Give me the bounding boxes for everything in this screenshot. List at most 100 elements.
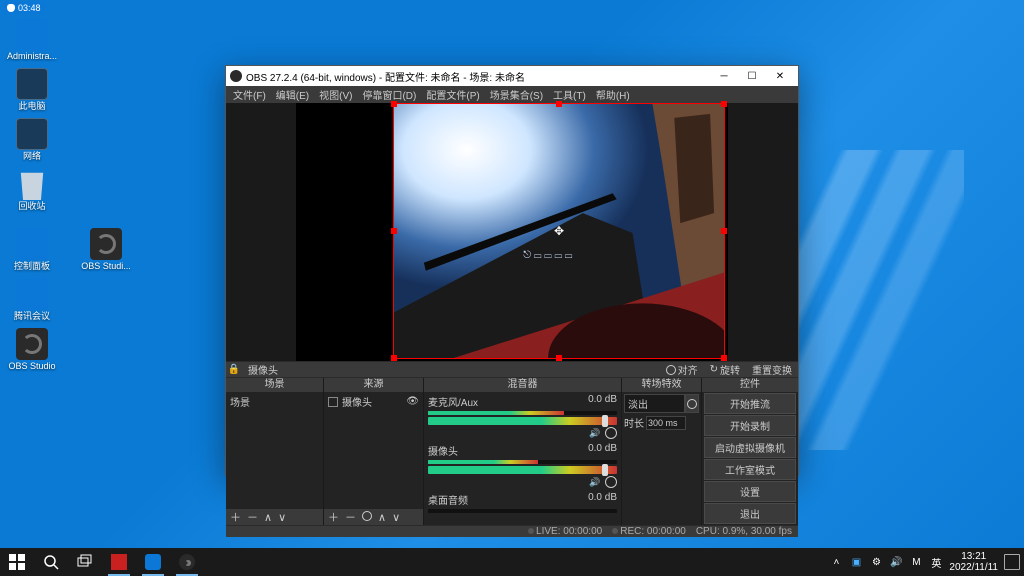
obs-icon — [230, 70, 242, 82]
control-button[interactable]: 开始录制 — [704, 415, 796, 436]
taskbar-app-amd[interactable] — [102, 548, 136, 576]
rotate-button[interactable]: ↻ 旋转 — [704, 362, 746, 377]
move-icon[interactable]: ✥ — [554, 224, 564, 238]
window-title: OBS 27.2.4 (64-bit, windows) - 配置文件: 未命名… — [246, 69, 525, 84]
menu-item[interactable]: 编辑(E) — [273, 86, 312, 103]
source-up-button[interactable]: ∧ — [378, 511, 386, 524]
source-type-icon — [328, 397, 338, 407]
transition-select[interactable]: 淡出 — [624, 394, 685, 413]
source-item[interactable]: 摄像头👁 — [324, 392, 423, 411]
status-rec: REC: 00:00:00 — [620, 526, 686, 537]
source-remove-button[interactable]: － — [345, 509, 356, 525]
desktop-icon[interactable]: 此电脑 — [4, 68, 60, 112]
channel-settings-icon[interactable] — [605, 476, 617, 488]
control-button[interactable]: 启动虚拟摄像机 — [704, 437, 796, 458]
taskbar-app-meeting[interactable] — [136, 548, 170, 576]
scenes-dock: 场景 场景 ＋ － ∧ ∨ — [226, 378, 324, 525]
icon-label: 网络 — [4, 152, 60, 162]
menu-bar: 文件(F)编辑(E)视图(V)停靠窗口(D)配置文件(P)场景集合(S)工具(T… — [226, 86, 798, 103]
menu-item[interactable]: 停靠窗口(D) — [359, 86, 419, 103]
ic-ctrl-icon — [16, 228, 48, 260]
taskbar-clock[interactable]: 13:21 2022/11/11 — [949, 551, 998, 573]
transition-settings-button[interactable] — [685, 394, 699, 413]
ic-obs-icon — [90, 228, 122, 260]
tray-chevron-icon[interactable]: ˄ — [829, 555, 843, 569]
taskbar: ˄ ▣ ⚙ 🔊 M 英 13:21 2022/11/11 — [0, 548, 1024, 576]
scene-down-button[interactable]: ∨ — [278, 511, 286, 524]
ic-pc-icon — [16, 68, 48, 100]
notification-button[interactable] — [1004, 554, 1020, 570]
menu-item[interactable]: 配置文件(P) — [423, 86, 482, 103]
desktop-icon[interactable]: OBS Studi... — [78, 228, 134, 272]
control-button[interactable]: 工作室模式 — [704, 459, 796, 480]
icon-label: 腾讯会议 — [4, 312, 60, 322]
transitions-dock: 转场特效 淡出 时长 — [622, 378, 702, 525]
ic-obs-icon — [16, 328, 48, 360]
source-down-button[interactable]: ∨ — [392, 511, 400, 524]
control-button[interactable]: 退出 — [704, 503, 796, 524]
icon-label: OBS Studio — [4, 362, 60, 372]
status-live: LIVE: 00:00:00 — [536, 526, 602, 537]
svg-text:⎋ ▭ ▭ ▭ ▭: ⎋ ▭ ▭ ▭ ▭ — [523, 250, 573, 261]
mute-icon[interactable]: 🔊 — [589, 427, 601, 439]
channel-settings-icon[interactable] — [605, 427, 617, 439]
menu-item[interactable]: 视图(V) — [316, 86, 355, 103]
menu-item[interactable]: 文件(F) — [230, 86, 269, 103]
duration-label: 时长 — [624, 415, 644, 430]
obs-window: OBS 27.2.4 (64-bit, windows) - 配置文件: 未命名… — [225, 65, 799, 476]
menu-item[interactable]: 场景集合(S) — [487, 86, 546, 103]
scene-up-button[interactable]: ∧ — [264, 511, 272, 524]
scene-remove-button[interactable]: － — [247, 509, 258, 525]
mixer-title: 混音器 — [424, 378, 621, 392]
ime-mode-2[interactable]: 英 — [929, 555, 943, 569]
control-button[interactable]: 开始推流 — [704, 393, 796, 414]
ime-mode-1[interactable]: M — [909, 555, 923, 569]
volume-slider[interactable] — [428, 466, 617, 474]
scene-item[interactable]: 场景 — [226, 392, 323, 411]
desktop-icon[interactable]: 腾讯会议 — [4, 278, 60, 322]
desktop-icon[interactable]: 网络 — [4, 118, 60, 162]
search-button[interactable] — [34, 548, 68, 576]
desktop-icon[interactable]: OBS Studio — [4, 328, 60, 372]
ic-net-icon — [16, 118, 48, 150]
close-button[interactable]: ✕ — [766, 66, 794, 86]
desktop-icon[interactable]: 控制面板 — [4, 228, 60, 272]
maximize-button[interactable]: ☐ — [738, 66, 766, 86]
mixer-channel: 麦克风/Aux0.0 dB 🔊 — [424, 392, 621, 441]
source-props-button[interactable] — [362, 511, 372, 524]
lock-icon[interactable]: 🔒 — [226, 364, 242, 375]
scene-add-button[interactable]: ＋ — [230, 509, 241, 525]
minimize-button[interactable]: ─ — [710, 66, 738, 86]
desktop-icon[interactable]: 回收站 — [4, 168, 60, 212]
visibility-icon[interactable]: 👁 — [406, 396, 419, 407]
desktop-icon[interactable]: Administra... — [4, 18, 60, 62]
start-button[interactable] — [0, 548, 34, 576]
align-button[interactable]: 对齐 — [660, 362, 704, 377]
preview-canvas[interactable]: ⎋ ▭ ▭ ▭ ▭ ✥ — [296, 103, 728, 361]
menu-item[interactable]: 帮助(H) — [593, 86, 633, 103]
reset-transform-button[interactable]: 重置变换 — [746, 362, 798, 377]
gear-icon — [666, 365, 676, 375]
tray-meeting-icon[interactable]: ▣ — [849, 555, 863, 569]
control-button[interactable]: 设置 — [704, 481, 796, 502]
source-selection[interactable]: ⎋ ▭ ▭ ▭ ▭ ✥ — [393, 103, 725, 359]
system-tray: ˄ ▣ ⚙ 🔊 M 英 13:21 2022/11/11 — [829, 551, 1024, 573]
volume-slider[interactable] — [428, 417, 617, 425]
tray-volume-icon[interactable]: 🔊 — [889, 555, 903, 569]
level-meter — [428, 411, 617, 415]
taskbar-app-obs[interactable] — [170, 548, 204, 576]
level-meter — [428, 509, 617, 513]
preview-area[interactable]: ⎋ ▭ ▭ ▭ ▭ ✥ — [226, 103, 798, 361]
ic-blue-icon — [16, 278, 48, 310]
task-view-button[interactable] — [68, 548, 102, 576]
icon-label: 控制面板 — [4, 262, 60, 272]
preview-toolbar: 🔒 摄像头 对齐 ↻ 旋转 重置变换 — [226, 361, 798, 378]
channel-db: 0.0 dB — [588, 394, 617, 409]
source-add-button[interactable]: ＋ — [328, 509, 339, 525]
duration-input[interactable] — [646, 416, 686, 430]
mute-icon[interactable]: 🔊 — [589, 476, 601, 488]
status-bar: LIVE: 00:00:00 REC: 00:00:00 CPU: 0.9%, … — [226, 525, 798, 537]
tray-network-icon[interactable]: ⚙ — [869, 555, 883, 569]
mic-recording-badge[interactable]: 03:48 — [4, 2, 45, 14]
window-titlebar[interactable]: OBS 27.2.4 (64-bit, windows) - 配置文件: 未命名… — [226, 66, 798, 86]
